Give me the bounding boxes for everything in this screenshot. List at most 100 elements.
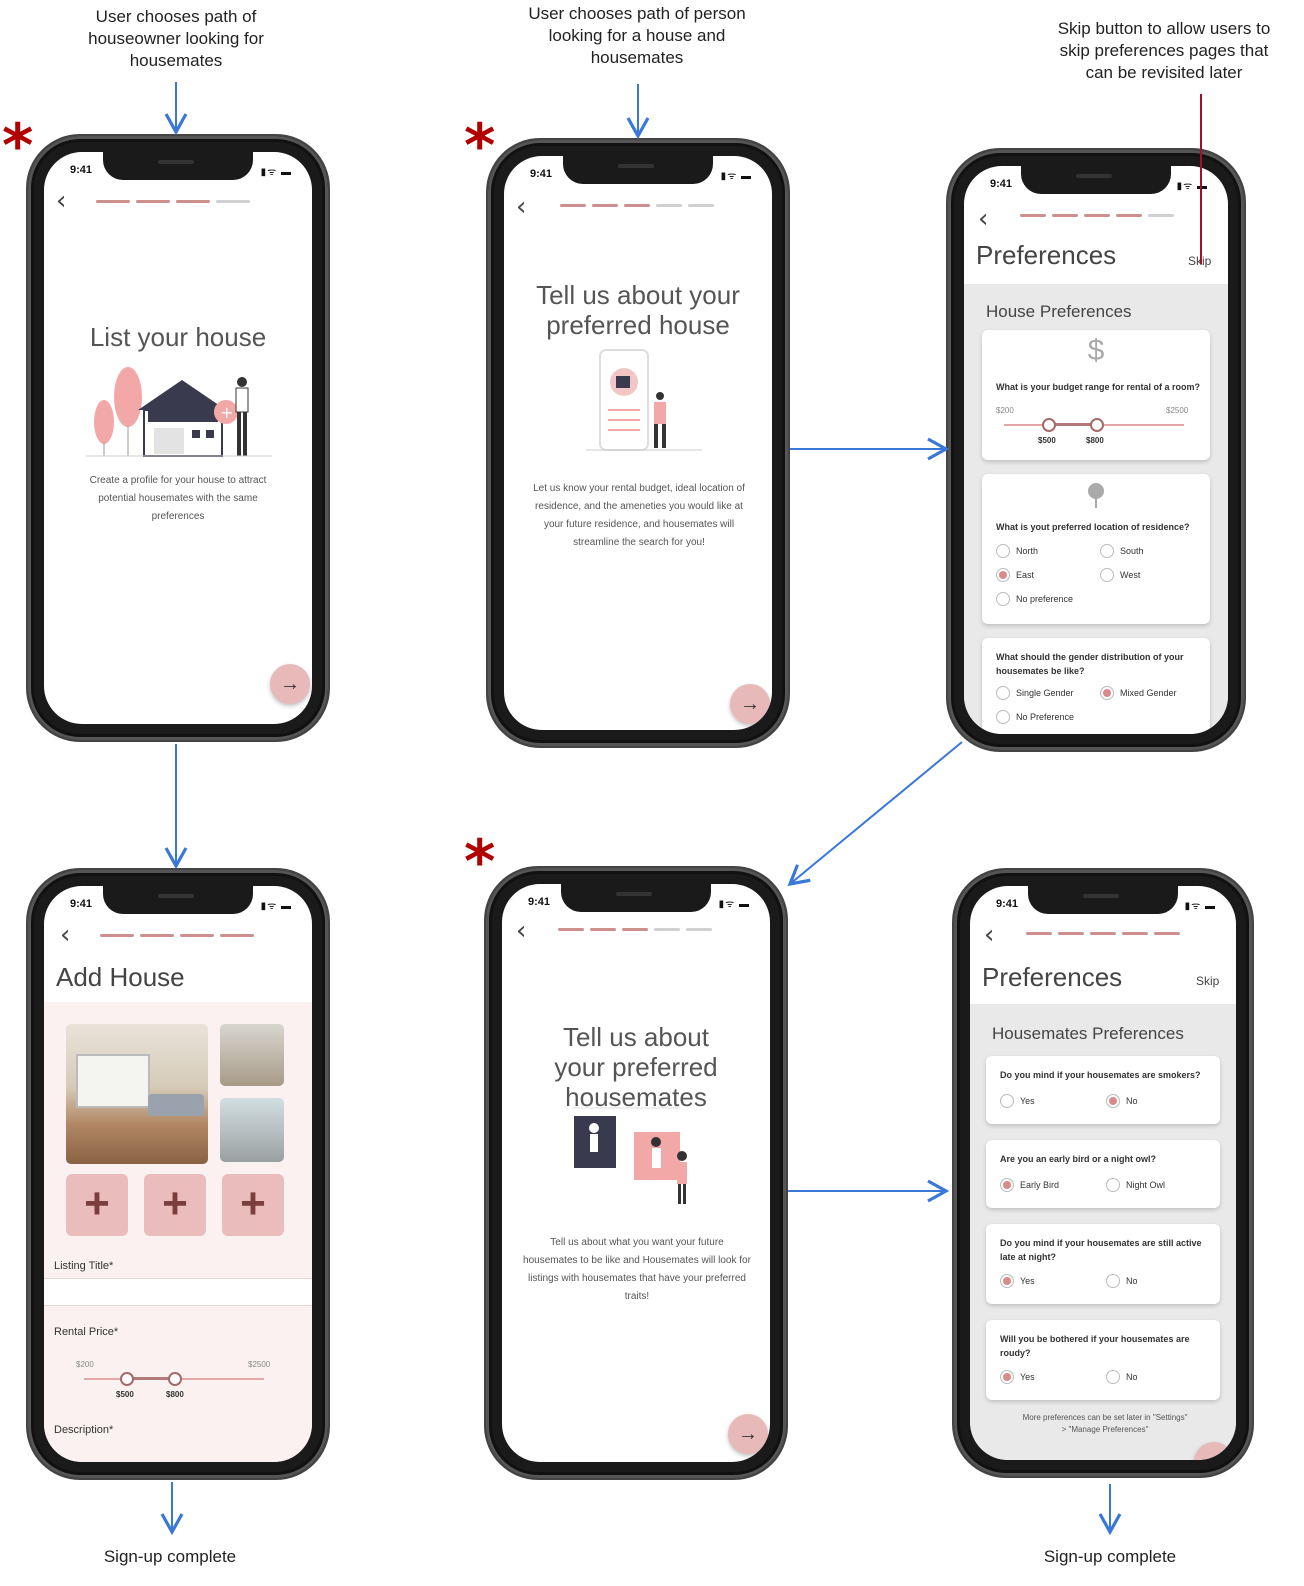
back-button[interactable]: ‹ <box>516 918 526 944</box>
option-label: Single Gender <box>1016 688 1074 698</box>
option-label: North <box>1016 546 1039 556</box>
progress-step <box>140 934 174 937</box>
option-label: No <box>1126 1096 1138 1106</box>
caption-owner-path: User chooses path of houseowner looking … <box>88 7 264 70</box>
radio-selected[interactable] <box>1100 686 1114 700</box>
radio-selected[interactable] <box>1000 1370 1014 1384</box>
option-west[interactable]: West <box>1100 568 1140 582</box>
late-night-question: Do you mind if your housemates are still… <box>1000 1238 1202 1262</box>
phone-house-preferences: 9:41 ▮ᯤ ▬ ‹ Preferences Skip House Prefe… <box>948 150 1244 750</box>
status-icons: ▮ᯤ ▬ <box>718 899 750 910</box>
price-slider-min-knob[interactable] <box>120 1372 134 1386</box>
progress-step <box>1084 214 1110 217</box>
radio[interactable] <box>996 544 1010 558</box>
progress-step <box>688 204 714 207</box>
option-east[interactable]: East <box>996 568 1034 582</box>
back-button[interactable]: ‹ <box>516 194 526 220</box>
radio[interactable] <box>996 686 1010 700</box>
back-button[interactable]: ‹ <box>978 206 988 232</box>
status-time: 9:41 <box>530 168 553 180</box>
price-slider-max-knob[interactable] <box>168 1372 182 1386</box>
option-label: No Preference <box>1016 712 1075 722</box>
option-no-preference[interactable]: No Preference <box>996 710 1074 724</box>
progress-step <box>1148 214 1174 217</box>
option-south[interactable]: South <box>1100 544 1144 558</box>
option-yes[interactable]: Yes <box>1000 1370 1035 1384</box>
option-yes[interactable]: Yes <box>1000 1094 1035 1108</box>
radio[interactable] <box>1106 1274 1120 1288</box>
progress-indicator <box>100 934 254 937</box>
notch <box>103 886 253 914</box>
radio-selected[interactable] <box>1106 1094 1120 1108</box>
next-button[interactable]: → <box>730 684 770 724</box>
progress-step <box>180 934 214 937</box>
listing-title-label: Listing Title* <box>54 1260 114 1272</box>
budget-slider-max-knob[interactable] <box>1090 418 1104 432</box>
required-star-3: * <box>464 827 496 897</box>
budget-low-value: $500 <box>1038 436 1056 445</box>
budget-max-label: $2500 <box>1166 406 1189 415</box>
house-photo-3[interactable] <box>220 1098 284 1162</box>
option-no-preference[interactable]: No preference <box>996 592 1073 606</box>
option-yes[interactable]: Yes <box>1000 1274 1035 1288</box>
add-photo-button[interactable]: + <box>222 1174 284 1236</box>
next-button[interactable]: → <box>728 1414 768 1454</box>
progress-step <box>656 204 682 207</box>
radio[interactable] <box>996 710 1010 724</box>
radio-selected[interactable] <box>1000 1178 1014 1192</box>
progress-step <box>590 928 616 931</box>
radio-selected[interactable] <box>1000 1274 1014 1288</box>
phone-house-illustration <box>586 349 702 451</box>
page-description: Create a profile for your house to attra… <box>89 475 267 522</box>
progress-step <box>96 200 130 203</box>
back-button[interactable]: ‹ <box>56 188 66 214</box>
housemates-illustration <box>572 1107 687 1204</box>
option-label: No preference <box>1016 594 1074 604</box>
skip-button[interactable]: Skip <box>1196 974 1219 988</box>
option-no[interactable]: No <box>1106 1274 1138 1288</box>
option-single-gender[interactable]: Single Gender <box>996 686 1074 700</box>
progress-step <box>622 928 648 931</box>
radio-selected[interactable] <box>996 568 1010 582</box>
radio[interactable] <box>1106 1370 1120 1384</box>
add-photo-button[interactable]: + <box>66 1174 128 1236</box>
window-graphic <box>76 1054 150 1108</box>
option-label: No <box>1126 1276 1138 1286</box>
option-no[interactable]: No <box>1106 1094 1138 1108</box>
add-photo-button[interactable]: + <box>144 1174 206 1236</box>
status-icons: ▮ᯤ ▬ <box>720 171 752 182</box>
progress-step <box>216 200 250 203</box>
radio[interactable] <box>1100 568 1114 582</box>
option-no[interactable]: No <box>1106 1370 1138 1384</box>
radio[interactable] <box>996 592 1010 606</box>
option-mixed-gender[interactable]: Mixed Gender <box>1100 686 1177 700</box>
progress-step <box>624 204 650 207</box>
back-button[interactable]: ‹ <box>984 922 994 948</box>
location-card: What is yout preferred location of resid… <box>982 474 1210 624</box>
option-night-owl[interactable]: Night Owl <box>1106 1178 1165 1192</box>
radio[interactable] <box>1106 1178 1120 1192</box>
status-time: 9:41 <box>70 164 93 176</box>
page-title: Tell us about your preferred house <box>536 280 740 340</box>
back-button[interactable]: ‹ <box>60 922 70 948</box>
skip-button[interactable]: Skip <box>1188 254 1211 268</box>
phone-add-house: 9:41 ▮ᯤ ▬ ‹ Add House + + + Listing Titl… <box>28 870 328 1478</box>
option-label: Yes <box>1020 1372 1035 1382</box>
house-photo-main[interactable] <box>66 1024 208 1164</box>
progress-step <box>100 934 134 937</box>
option-north[interactable]: North <box>996 544 1038 558</box>
progress-step <box>686 928 712 931</box>
option-early-bird[interactable]: Early Bird <box>1000 1178 1059 1192</box>
notch <box>103 152 253 180</box>
progress-step <box>220 934 254 937</box>
radio[interactable] <box>1000 1094 1014 1108</box>
budget-slider-min-knob[interactable] <box>1042 418 1056 432</box>
house-photo-2[interactable] <box>220 1024 284 1086</box>
progress-step <box>1026 932 1052 935</box>
next-button[interactable]: → <box>270 664 310 704</box>
listing-title-input[interactable] <box>44 1278 312 1306</box>
arrow-house-prefs-to-housemate-intro <box>787 741 963 887</box>
option-label: Night Owl <box>1126 1180 1166 1190</box>
house-illustration: + <box>86 367 272 457</box>
radio[interactable] <box>1100 544 1114 558</box>
